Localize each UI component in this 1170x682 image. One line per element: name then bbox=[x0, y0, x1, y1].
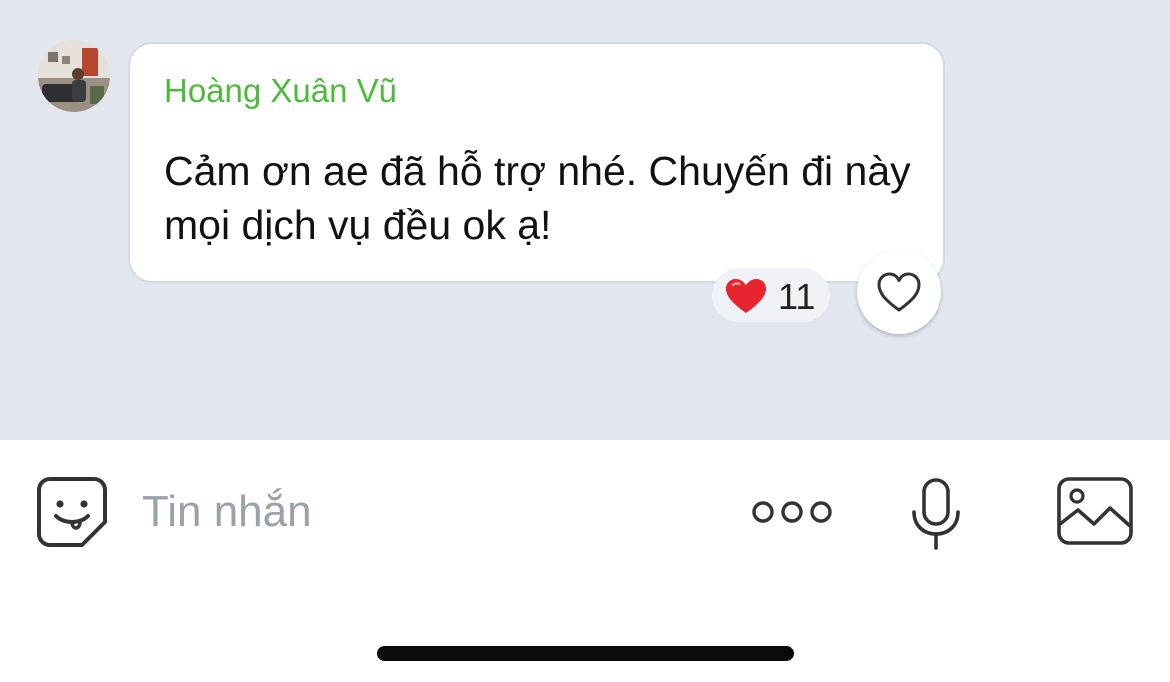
sender-avatar[interactable] bbox=[38, 40, 110, 112]
sticker-button[interactable] bbox=[36, 476, 108, 548]
sticker-icon bbox=[37, 477, 107, 547]
home-indicator[interactable] bbox=[377, 646, 794, 661]
image-icon bbox=[1057, 477, 1133, 545]
heart-outline-icon bbox=[877, 272, 921, 312]
microphone-icon bbox=[912, 478, 960, 550]
reaction-count: 11 bbox=[778, 276, 816, 317]
voice-message-button[interactable] bbox=[906, 476, 966, 552]
message-text: Cảm ơn ae đã hỗ trợ nhé. Chuyến đi này m… bbox=[164, 148, 911, 248]
message-input[interactable] bbox=[142, 484, 702, 540]
reaction-badge[interactable]: 11 bbox=[712, 268, 830, 322]
image-picker-button[interactable] bbox=[1056, 476, 1134, 548]
sender-name[interactable]: Hoàng Xuân Vũ bbox=[164, 72, 397, 110]
red-heart-icon bbox=[724, 277, 768, 320]
chat-area: Hoàng Xuân Vũ Cảm ơn ae đã hỗ trợ nhé. C… bbox=[0, 0, 1170, 440]
more-dots-icon bbox=[752, 501, 832, 523]
more-options-button[interactable] bbox=[750, 494, 834, 530]
like-button[interactable] bbox=[857, 250, 941, 334]
message-bubble[interactable]: Hoàng Xuân Vũ Cảm ơn ae đã hỗ trợ nhé. C… bbox=[128, 42, 945, 283]
